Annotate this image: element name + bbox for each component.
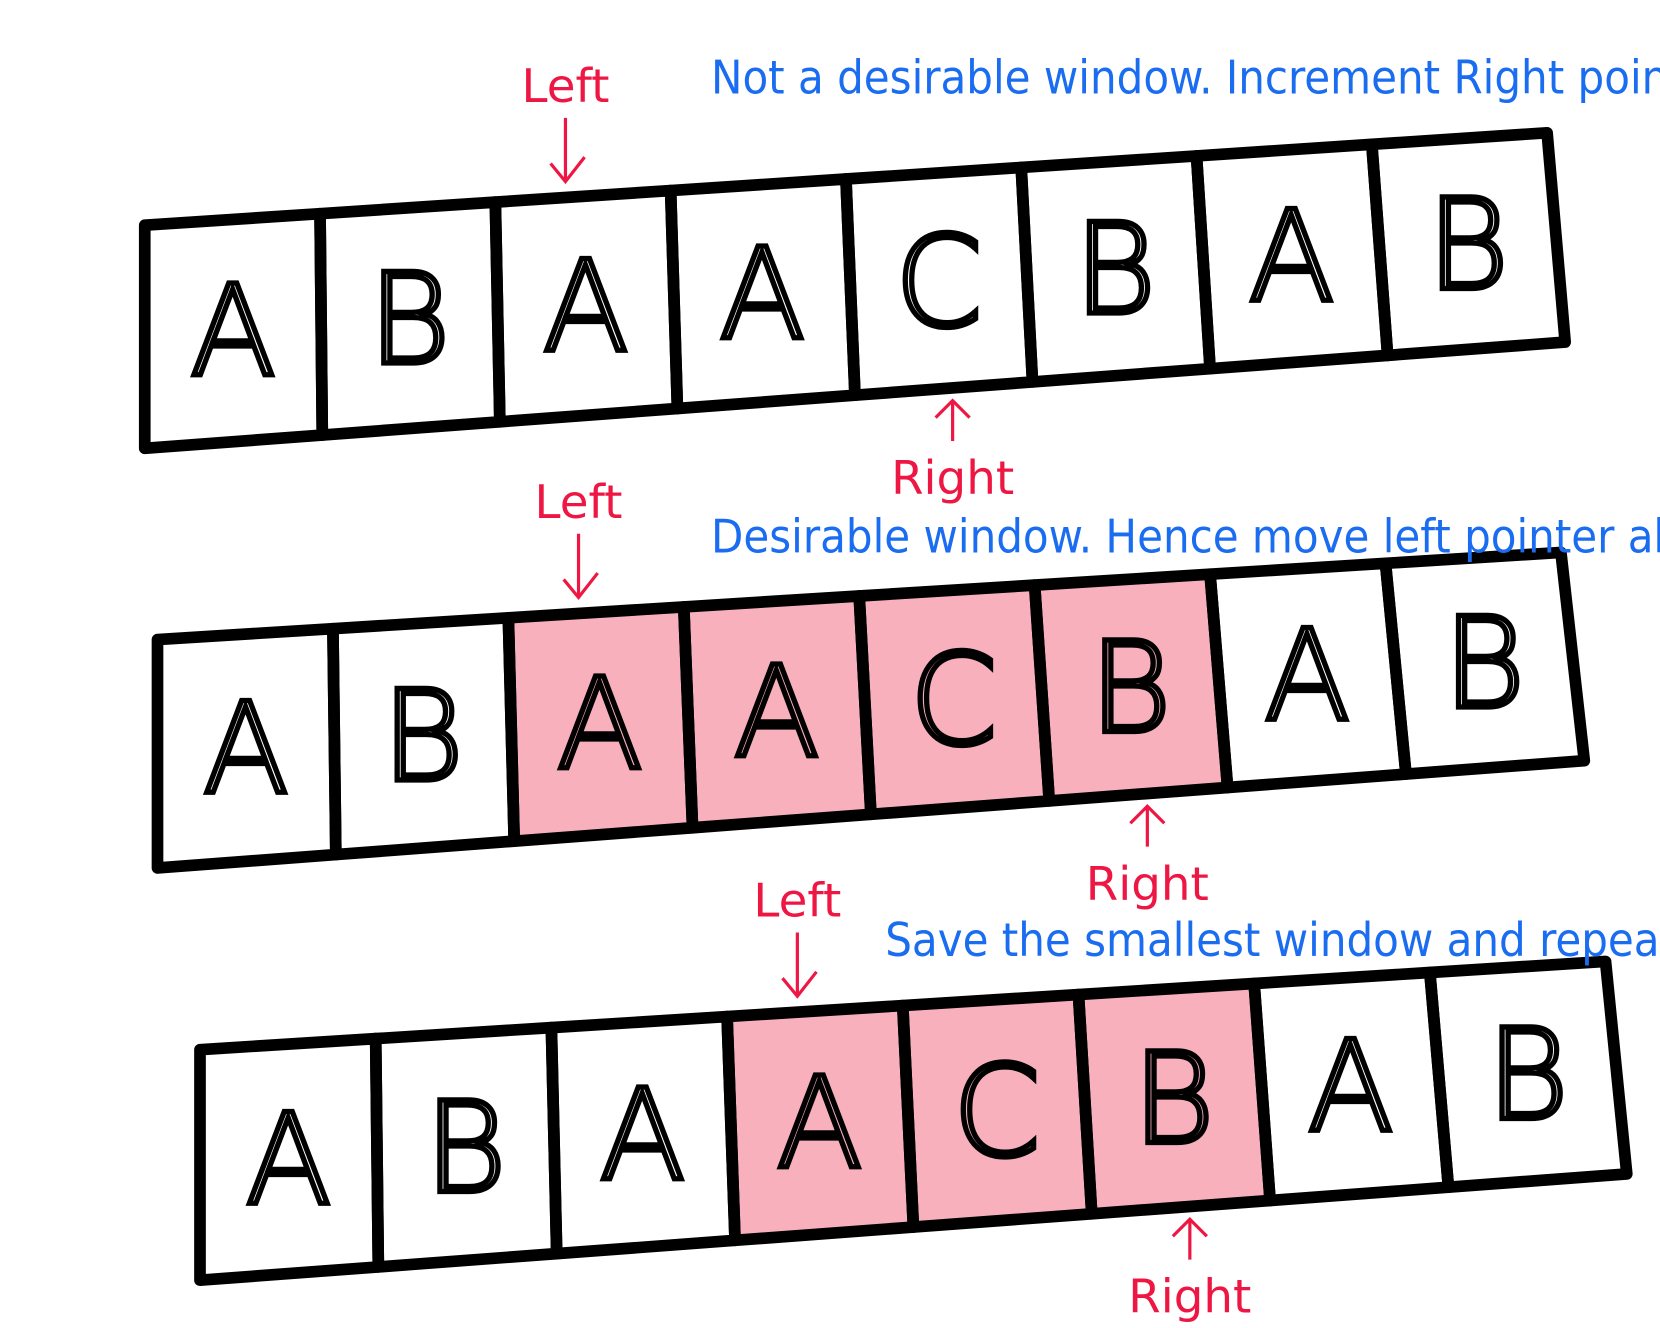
cell-letter: B [1443,591,1525,737]
cell-letter: B [1089,616,1171,762]
right-pointer: Right [891,398,1014,506]
cell-letter: A [777,1051,863,1197]
left-pointer-label: Left [521,60,609,114]
down-arrow-icon [781,932,818,999]
cell-letter: B [424,1075,506,1221]
cell-letter: C [895,210,983,356]
cell-letter: A [557,652,643,798]
right-pointer-label: Right [1086,858,1209,912]
cell-letter: A [203,676,289,822]
cell-letter: A [719,222,805,368]
right-pointer: Right [1128,1216,1251,1325]
row-caption: Desirable window. Hence move left pointe… [711,510,1660,564]
cell-letter: A [1308,1015,1394,1161]
cell-letter: A [246,1087,332,1233]
cell-letter: B [1074,197,1156,343]
cell-letter: C [910,628,998,774]
cell-letter: C [953,1039,1041,1185]
left-pointer: Left [521,60,609,185]
array-row-1: A B A A C B A BNot a desirable window. Incremen… [138,51,1660,506]
cell-letter: A [600,1063,686,1209]
diagram-canvas: A B A A C B A BNot a desirable window. Incremen… [138,51,1660,1325]
right-pointer: Right [1086,804,1209,912]
up-arrow-icon [1171,1216,1208,1260]
cell-letter: B [1487,1002,1569,1148]
row-caption: Not a desirable window. Increment Right … [711,51,1660,105]
cell-letter: A [734,640,820,786]
cell-letter: A [1249,185,1335,331]
array-row-3: A B A A C B A BSave the smallest window and rep… [194,875,1660,1325]
cell-letter: B [1133,1027,1215,1173]
cell-letter: B [368,247,450,393]
right-pointer-label: Right [1128,1271,1251,1325]
left-pointer-label: Left [535,476,623,530]
up-arrow-icon [1129,804,1166,847]
left-pointer-label: Left [753,875,841,929]
cell-letter: A [190,259,276,405]
cell-letter: A [543,234,629,380]
array-row-2: A B A A C B A BDesirable window. Hence move lef… [151,476,1660,912]
cell-letter: B [1427,172,1509,318]
row-caption: Save the smallest window and repeat. [885,914,1660,968]
up-arrow-icon [934,398,971,442]
cell-letter: B [382,664,464,810]
right-pointer-label: Right [891,452,1014,506]
left-pointer: Left [753,875,841,999]
down-arrow-icon [562,533,599,601]
cell-letter: A [1264,603,1350,749]
left-pointer: Left [535,476,623,601]
down-arrow-icon [549,117,586,185]
sliding-window-diagram: A B A A C B A B Not a desirable window. Incremen… [0,0,1660,1328]
